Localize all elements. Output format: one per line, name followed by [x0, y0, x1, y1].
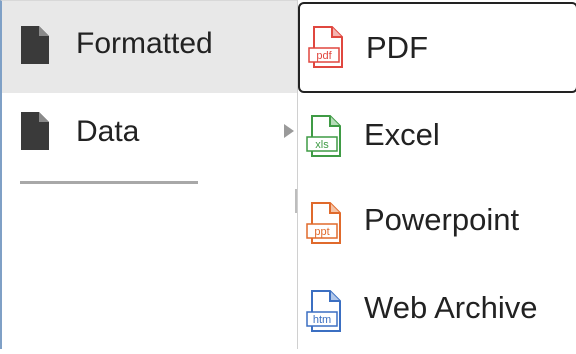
pdf-file-icon: pdf — [308, 26, 343, 68]
submenu-item-label: Web Archive — [364, 290, 538, 325]
menu-item-label: Data — [76, 115, 140, 148]
file-badge-text: htm — [313, 314, 331, 326]
submenu-item-powerpoint[interactable]: ppt Powerpoint — [298, 180, 576, 268]
submenu-arrow-icon — [284, 124, 294, 138]
submenu-item-web-archive[interactable]: htm Web Archive — [298, 266, 576, 354]
powerpoint-file-icon: ppt — [306, 202, 341, 244]
left-menu: Formatted Data — [0, 0, 298, 349]
submenu-item-label: Powerpoint — [364, 202, 520, 237]
submenu-item-label: Excel — [364, 117, 440, 152]
file-badge-text: ppt — [314, 226, 329, 238]
menu-item-label: Formatted — [76, 27, 213, 60]
web-archive-file-icon: htm — [306, 290, 341, 332]
menu-item-data[interactable]: Data — [2, 93, 298, 177]
menu-separator — [20, 181, 198, 184]
submenu-item-label: PDF — [366, 30, 428, 65]
excel-file-icon: xls — [306, 115, 341, 157]
file-badge-text: xls — [315, 139, 329, 151]
menu-item-formatted[interactable]: Formatted — [2, 1, 298, 93]
submenu-item-pdf[interactable]: pdf PDF — [298, 2, 576, 93]
submenu-item-excel[interactable]: xls Excel — [298, 95, 576, 183]
document-icon — [21, 26, 49, 64]
file-badge-text: pdf — [316, 50, 332, 62]
export-submenu: pdf PDF xls Excel ppt Powerpoint htm Web… — [297, 0, 576, 349]
document-icon — [21, 112, 49, 150]
